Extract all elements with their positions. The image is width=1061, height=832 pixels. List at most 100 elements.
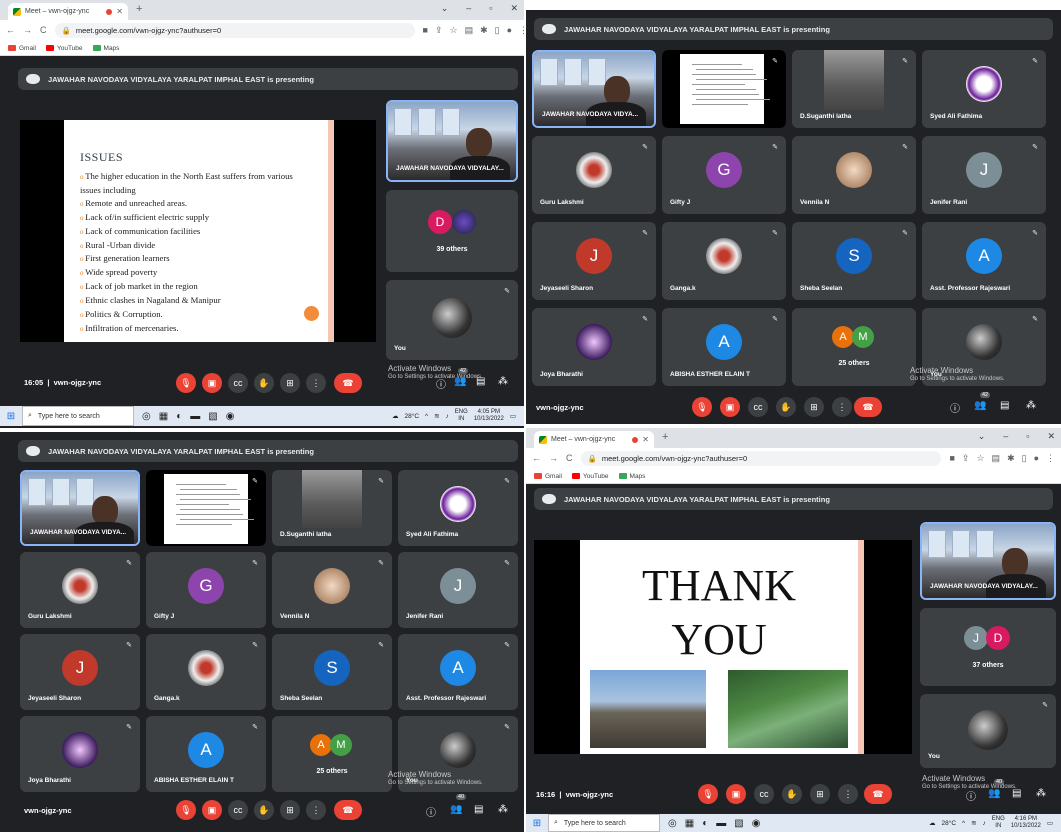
store-icon[interactable]: ▧ [734,818,743,829]
chat-icon[interactable]: ▤ [476,376,485,387]
store-icon[interactable]: ▧ [208,411,217,422]
participant-tile[interactable]: ✎ G Gifty J [662,136,786,214]
star-icon[interactable]: ☆ [449,25,457,36]
volume-icon[interactable]: ♪ [983,820,986,827]
maximize-icon[interactable]: ▫ [489,3,492,14]
activities-icon[interactable]: ⁂ [1036,788,1046,799]
chrome-icon[interactable]: ◉ [752,818,761,829]
captions-button[interactable]: cc [754,784,774,804]
browser-tab[interactable]: Meet – vwn-ojgz-ync ✕ [8,3,128,20]
notification-icon[interactable]: ▭ [510,412,516,420]
participant-tile[interactable]: ✎ Guru Lakshmi [532,136,656,214]
mic-toggle-button[interactable]: 🎙 [176,373,196,393]
camera-toggle-button[interactable]: ▣ [720,397,740,417]
present-button[interactable]: ⊞ [804,397,824,417]
notification-icon[interactable]: ▭ [1047,819,1053,827]
chat-icon[interactable]: ▤ [1000,400,1009,411]
address-bar[interactable]: 🔒 meet.google.com/vwn-ojgz-ync?authuser=… [580,450,941,466]
participant-tile[interactable]: ✎ J Jenifer Rani [398,552,518,628]
activities-icon[interactable]: ⁂ [498,376,508,387]
raise-hand-button[interactable]: ✋ [782,784,802,804]
participant-tile[interactable]: ✎ Vennila N [272,552,392,628]
minimize-icon[interactable]: – [1003,431,1008,442]
leave-call-button[interactable]: ☎ [334,800,362,820]
puzzle-icon[interactable]: ✱ [1007,453,1015,464]
camera-icon[interactable]: ■ [423,25,428,36]
activities-icon[interactable]: ⁂ [1026,400,1036,411]
menu-icon[interactable]: ⋮ [519,25,524,36]
language-indicator[interactable]: ENG IN [455,409,468,423]
mic-toggle-button[interactable]: 🎙 [176,800,196,820]
widgets-icon[interactable]: ▦ [159,411,168,422]
chat-icon[interactable]: ▤ [1012,788,1021,799]
present-button[interactable]: ⊞ [810,784,830,804]
chrome-icon[interactable]: ◉ [226,411,235,422]
participant-tile[interactable]: ✎ S Sheba Seelan [792,222,916,300]
tray-chevron-icon[interactable]: ^ [425,413,428,420]
reload-icon[interactable]: C [40,25,47,35]
self-tile[interactable]: ✎ You [920,694,1056,768]
participant-tile[interactable]: ✎ J Jeyaseeli Sharon [20,634,140,710]
participant-tile[interactable]: ✎ Ganga.k [662,222,786,300]
info-icon[interactable]: ⓘ [436,376,446,391]
back-icon[interactable]: ← [6,25,15,35]
participant-tile[interactable]: ✎ S Sheba Seelan [272,634,392,710]
language-indicator[interactable]: ENG IN [992,816,1005,830]
leave-call-button[interactable]: ☎ [334,373,362,393]
bookmark-maps[interactable]: Maps [618,473,645,480]
presenter-tile[interactable]: JAWAHAR NAVODAYA VIDYALAY... [920,522,1056,600]
participant-tile[interactable]: ✎ Joya Bharathi [532,308,656,386]
people-icon[interactable]: 👥 [988,788,1000,799]
participant-tile[interactable]: ✎ Joya Bharathi [20,716,140,792]
mic-toggle-button[interactable]: 🎙 [692,397,712,417]
present-button[interactable]: ⊞ [280,800,300,820]
people-icon[interactable]: 👥 [450,804,462,815]
taskbar-search[interactable]: ⌕ Type here to search [22,406,134,426]
close-tab-icon[interactable]: ✕ [642,435,649,444]
explorer-icon[interactable]: ▬ [716,818,726,829]
new-tab-icon[interactable]: + [136,3,142,15]
raise-hand-button[interactable]: ✋ [254,800,274,820]
present-button[interactable]: ⊞ [280,373,300,393]
leave-call-button[interactable]: ☎ [854,397,882,417]
activities-icon[interactable]: ⁂ [498,804,508,815]
presenter-tile[interactable]: JAWAHAR NAVODAYA VIDYA... [20,470,140,546]
edge-icon[interactable]: ◐ [176,411,182,422]
camera-toggle-button[interactable]: ▣ [202,373,222,393]
bookmark-gmail[interactable]: Gmail [8,45,36,52]
close-icon[interactable]: ✕ [510,3,518,14]
camera-toggle-button[interactable]: ▣ [202,800,222,820]
participant-tile[interactable]: ✎ A Asst. Professor Rajeswari [922,222,1046,300]
leave-call-button[interactable]: ☎ [864,784,892,804]
self-tile[interactable]: ✎ You [386,280,518,360]
wifi-icon[interactable]: ≋ [434,412,439,420]
close-tab-icon[interactable]: ✕ [116,7,123,16]
shared-screen-tile[interactable]: ✎ [146,470,266,546]
mic-toggle-button[interactable]: 🎙 [698,784,718,804]
participant-tile[interactable]: ✎ A ABISHA ESTHER ELAIN T [662,308,786,386]
others-tile[interactable]: J D 37 others [920,608,1056,686]
others-tile[interactable]: A M 25 others [792,308,916,386]
browser-tab[interactable]: Meet – vwn-ojgz-ync ✕ [534,431,654,448]
chevron-down-icon[interactable]: ⌄ [978,431,986,442]
menu-icon[interactable]: ⋮ [1046,453,1055,464]
extension-icon[interactable]: ▤ [465,25,474,36]
others-tile[interactable]: A M 25 others [272,716,392,792]
forward-icon[interactable]: → [549,453,558,463]
windows-start-icon[interactable]: ⊞ [526,818,548,829]
bookmark-youtube[interactable]: YouTube [571,473,609,480]
participant-tile[interactable]: ✎ J Jenifer Rani [922,136,1046,214]
participant-tile[interactable]: ✎ A ABISHA ESTHER ELAIN T [146,716,266,792]
close-icon[interactable]: ✕ [1047,431,1055,442]
extension-icon[interactable]: ▤ [992,453,1001,464]
participant-tile[interactable]: ✎ D.Suganthi latha [272,470,392,546]
widgets-icon[interactable]: ▦ [685,818,694,829]
presenter-tile[interactable]: JAWAHAR NAVODAYA VIDYA... [532,50,656,128]
reload-icon[interactable]: C [566,453,573,463]
sidepanel-icon[interactable]: ▯ [495,25,500,36]
edge-icon[interactable]: ◐ [702,818,708,829]
participant-tile[interactable]: ✎ Vennila N [792,136,916,214]
participant-tile[interactable]: ✎ Guru Lakshmi [20,552,140,628]
chevron-down-icon[interactable]: ⌄ [441,3,449,14]
bookmark-youtube[interactable]: YouTube [45,45,83,52]
